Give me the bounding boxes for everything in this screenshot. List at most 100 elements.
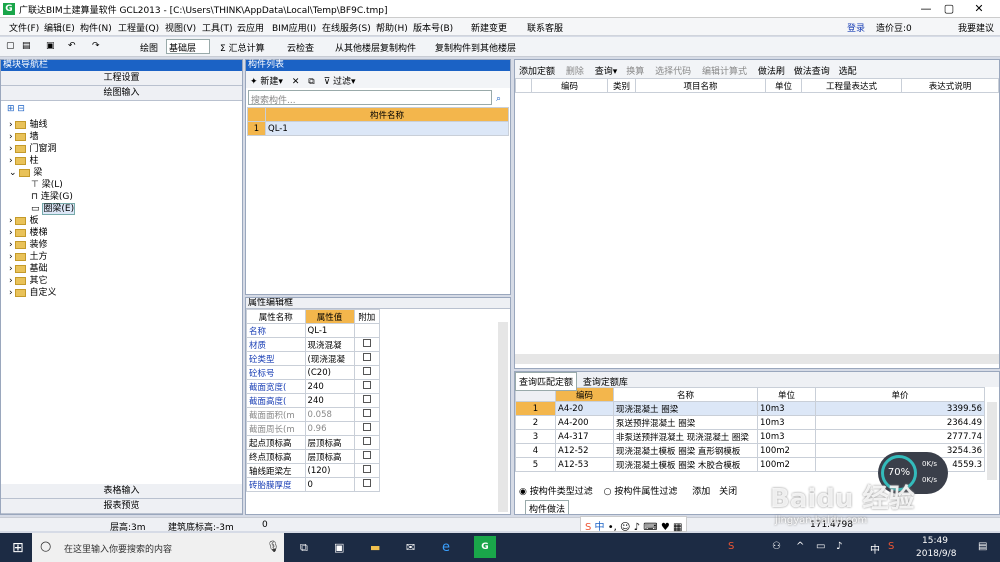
redo-icon[interactable]: ↷ (92, 41, 100, 51)
undo-icon[interactable]: ↶ (68, 41, 76, 51)
menu-view[interactable]: 视图(V) (165, 21, 196, 34)
prop-row[interactable]: 截面周长(m 0.96 (246, 421, 381, 436)
checkbox[interactable] (362, 437, 371, 445)
menu-new-change[interactable]: 新建变更 (471, 21, 507, 34)
people-icon[interactable]: ⚇ (772, 541, 781, 552)
menu-bim[interactable]: BIM应用(I) (272, 21, 316, 34)
menu-component[interactable]: 构件(N) (80, 21, 112, 34)
checkbox[interactable] (362, 465, 371, 473)
new-component-button[interactable]: ✦ 新建▾ (250, 77, 283, 87)
layer-select[interactable]: 基础层 (166, 39, 210, 54)
filter-button[interactable]: ⊽ 过滤▾ (324, 77, 356, 87)
draw-button[interactable]: 绘图 (140, 41, 158, 54)
prop-value[interactable]: 240 (304, 379, 355, 394)
file-explorer-icon[interactable]: ▬ (370, 541, 380, 554)
login-link[interactable]: 登录 (847, 21, 865, 34)
prop-row[interactable]: 材质 现浇混凝 (246, 337, 381, 352)
expand-all-icon[interactable]: ⊞ (7, 104, 15, 114)
lib-close-button[interactable]: 关闭 (719, 487, 737, 497)
library-scrollbar[interactable] (987, 402, 997, 480)
emoji-icon[interactable]: ☺ (620, 522, 630, 533)
sum-button[interactable]: Σ 汇总计算 (220, 41, 265, 54)
windows-start-icon[interactable]: ⊞ (12, 540, 24, 556)
component-search-input[interactable]: 搜索构件... (248, 90, 492, 106)
tree-item-beam-l[interactable]: ⊤ 梁(L) (9, 179, 242, 191)
copy-from-floor-button[interactable]: 从其他楼层复制构件 (335, 41, 416, 54)
tree-item-other[interactable]: › 其它 (9, 275, 242, 287)
task-view-icon[interactable]: ⧉ (300, 541, 308, 555)
glodon-app-icon[interactable]: G (474, 536, 496, 558)
tree-item-decoration[interactable]: › 装修 (9, 239, 242, 251)
prop-value[interactable]: 0 (304, 477, 355, 492)
punct-icon[interactable]: •, (608, 522, 617, 533)
open-folder-icon[interactable]: ▤ (22, 41, 31, 51)
tab-match-quota[interactable]: 查询匹配定额 (515, 372, 578, 391)
prop-row[interactable]: 截面宽度(240 (246, 379, 381, 394)
query-button[interactable]: 查询 (595, 67, 613, 77)
property-scrollbar[interactable] (498, 322, 508, 512)
minimize-button[interactable]: — (915, 1, 937, 17)
notification-icon[interactable]: ▤ (978, 541, 987, 552)
report-preview-button[interactable]: 报表预览 (1, 499, 242, 514)
prop-value[interactable]: (120) (304, 463, 355, 478)
checkbox[interactable] (362, 353, 371, 361)
tree-item-earthwork[interactable]: › 土方 (9, 251, 242, 263)
prop-row[interactable]: 砼标号 (C20) (246, 365, 381, 380)
checkbox[interactable] (362, 451, 371, 459)
table-row[interactable]: 1 QL-1 (247, 121, 509, 136)
menu-tools[interactable]: 工具(T) (202, 21, 233, 34)
close-button[interactable]: ✕ (968, 1, 990, 17)
prop-value[interactable]: 层顶标高 (304, 449, 355, 464)
clock-time[interactable]: 15:49 (922, 536, 948, 546)
copy-icon[interactable]: ⧉ (308, 77, 314, 87)
checkbox[interactable] (362, 423, 371, 431)
tree-item-custom[interactable]: › 自定义 (9, 287, 242, 299)
copy-to-floor-button[interactable]: 复制构件到其他楼层 (435, 41, 516, 54)
tab-quota-library[interactable]: 查询定额库 (580, 373, 631, 390)
edge-icon[interactable]: e (442, 540, 450, 555)
delete-quota-button[interactable]: 删除 (566, 67, 584, 77)
add-quota-button[interactable]: 添加定额 (519, 67, 555, 77)
menu-version[interactable]: 版本号(B) (413, 21, 453, 34)
tree-item-wall[interactable]: › 墙 (9, 131, 242, 143)
tab-component-method[interactable]: 构件做法 (525, 500, 570, 514)
prop-value[interactable]: 层顶标高 (304, 435, 355, 450)
table-input-button[interactable]: 表格输入 (1, 484, 242, 499)
mic-icon[interactable]: ♪ (634, 522, 640, 533)
mail-icon[interactable]: ✉ (406, 541, 415, 554)
search-icon[interactable]: ⌕ (496, 94, 501, 104)
tree-item-slab[interactable]: › 板 (9, 215, 242, 227)
convert-button[interactable]: 换算 (626, 67, 644, 77)
checkbox[interactable] (362, 381, 371, 389)
prop-row[interactable]: 名称 QL-1 (246, 323, 381, 338)
table-row[interactable]: 2 A4-200 泵送预拌混凝土 圈梁 10m3 2364.49 (515, 415, 985, 430)
prop-row[interactable]: 砖胎膜厚度 0 (246, 477, 381, 492)
table-row[interactable]: 1 A4-20 现浇混凝土 圈梁 10m3 3399.56 (515, 401, 985, 416)
tree-item-link-beam[interactable]: ⊓ 连梁(G) (9, 191, 242, 203)
tray-ime-label[interactable]: 中 (870, 541, 880, 556)
tree-item-ring-beam[interactable]: ▭ 圈梁(E) (9, 203, 242, 215)
prop-value[interactable]: (现浇混凝 (304, 351, 355, 366)
sogou-icon[interactable]: S (585, 522, 591, 533)
prop-value[interactable]: 现浇混凝 (304, 337, 355, 352)
table-row[interactable]: 3 A4-317 非泵送预拌混凝土 现浇混凝土 圈梁 10m3 2777.74 (515, 429, 985, 444)
prop-row[interactable]: 砼类型 (现浇混凝 (246, 351, 381, 366)
menu-file[interactable]: 文件(F) (9, 21, 39, 34)
select-code-button[interactable]: 选择代码 (655, 67, 691, 77)
skin-icon[interactable]: ♥ (661, 522, 670, 533)
taskbar-search-box[interactable]: ○ 在这里输入你要搜索的内容 🎙 (32, 533, 284, 562)
cloud-check-button[interactable]: 云检查 (287, 41, 314, 54)
chevron-up-icon[interactable]: ^ (796, 541, 804, 552)
grid-icon[interactable]: ▦ (673, 522, 682, 533)
tree-item-column[interactable]: › 柱 (9, 155, 242, 167)
prop-value[interactable]: 240 (304, 393, 355, 408)
checkbox[interactable] (362, 409, 371, 417)
keyboard-icon[interactable]: ⌨ (643, 522, 657, 533)
select-match-button[interactable]: 选配 (839, 67, 857, 77)
checkbox[interactable] (362, 479, 371, 487)
menu-edit[interactable]: 编辑(E) (44, 21, 75, 34)
tree-item-foundation[interactable]: › 基础 (9, 263, 242, 275)
prop-row[interactable]: 起点顶标高 层顶标高 (246, 435, 381, 450)
tree-item-beam[interactable]: ⌄ 梁 (9, 167, 242, 179)
save-icon[interactable]: ▣ (46, 41, 55, 51)
